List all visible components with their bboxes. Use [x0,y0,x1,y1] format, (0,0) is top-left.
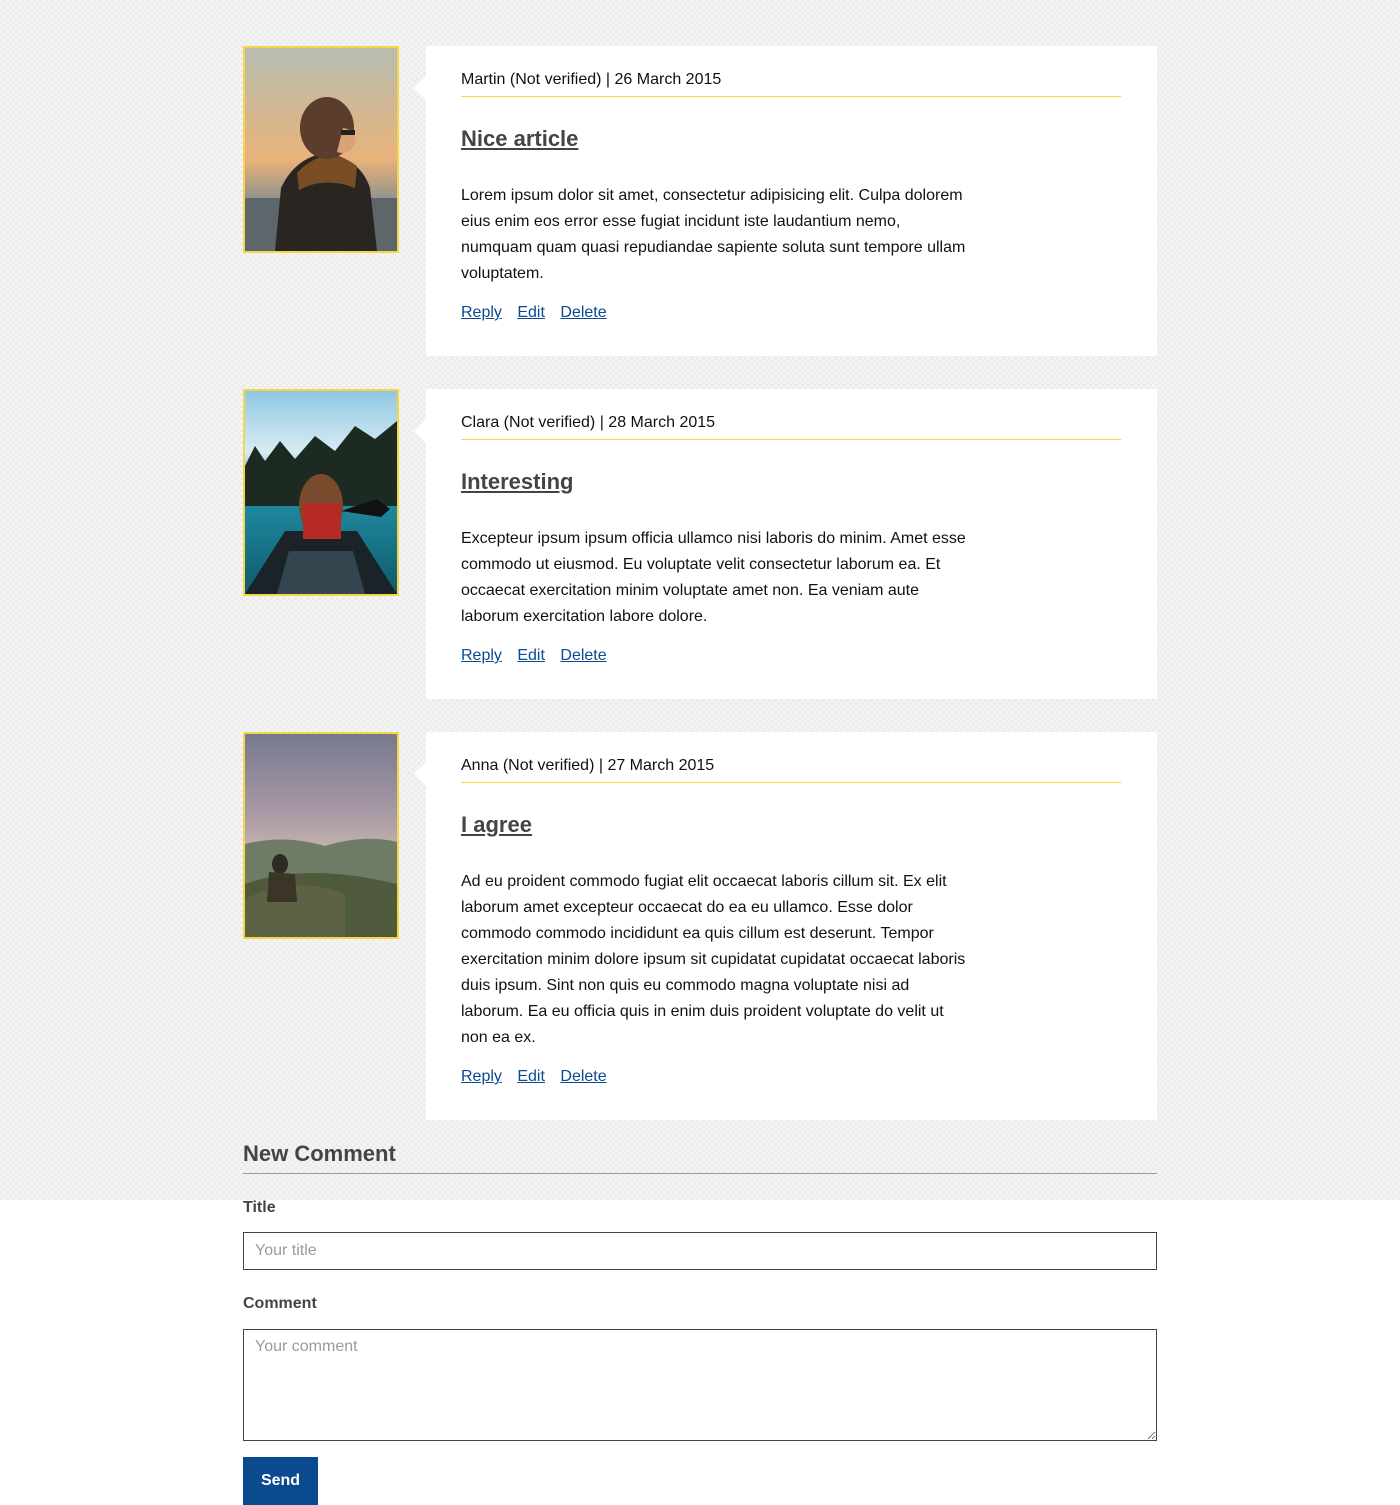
comment-card: Clara (Not verified) | 28 March 2015 Int… [414,389,1157,699]
reply-link[interactable]: Reply [461,1068,502,1085]
edit-link[interactable]: Edit [517,304,545,321]
comment-item: Anna (Not verified) | 27 March 2015 I ag… [243,732,1157,1120]
title-label: Title [243,1199,276,1216]
edit-link[interactable]: Edit [517,1068,545,1085]
comment-card: Martin (Not verified) | 26 March 2015 Ni… [414,46,1157,356]
title-input[interactable] [243,1232,1157,1270]
delete-link[interactable]: Delete [560,1068,606,1085]
comment-body: Lorem ipsum dolor sit amet, consectetur … [461,187,966,282]
comment-actions: Reply Edit Delete [461,646,1121,666]
avatar-woman-canoe-lake-image [245,391,397,594]
comment-meta: Clara (Not verified) | 28 March 2015 [461,413,1121,440]
avatar [243,46,399,253]
avatar [243,732,399,939]
comment-label: Comment [243,1295,317,1312]
comment-item: Clara (Not verified) | 28 March 2015 Int… [243,389,1157,699]
send-button[interactable]: Send [243,1457,318,1505]
reply-link[interactable]: Reply [461,304,502,321]
comment-title-link[interactable]: I agree [461,812,532,838]
comment-title-link[interactable]: Nice article [461,126,578,152]
comment-item: Martin (Not verified) | 26 March 2015 Ni… [243,46,1157,356]
avatar-person-scarf-sunset-image [245,48,397,251]
comment-meta: Martin (Not verified) | 26 March 2015 [461,70,1121,97]
reply-link[interactable]: Reply [461,647,502,664]
delete-link[interactable]: Delete [560,647,606,664]
comment-actions: Reply Edit Delete [461,303,1121,323]
avatar-person-mountain-fog-image [245,734,397,937]
edit-link[interactable]: Edit [517,647,545,664]
comment-actions: Reply Edit Delete [461,1067,1121,1087]
new-comment-heading: New Comment [243,1141,1157,1174]
delete-link[interactable]: Delete [560,304,606,321]
comment-meta: Anna (Not verified) | 27 March 2015 [461,756,1121,783]
comment-title-link[interactable]: Interesting [461,469,573,495]
comment-body: Excepteur ipsum ipsum officia ullamco ni… [461,530,966,625]
comment-card: Anna (Not verified) | 27 March 2015 I ag… [414,732,1157,1120]
comment-body: Ad eu proident commodo fugiat elit occae… [461,873,966,1046]
comment-textarea[interactable] [243,1329,1157,1441]
avatar [243,389,399,596]
